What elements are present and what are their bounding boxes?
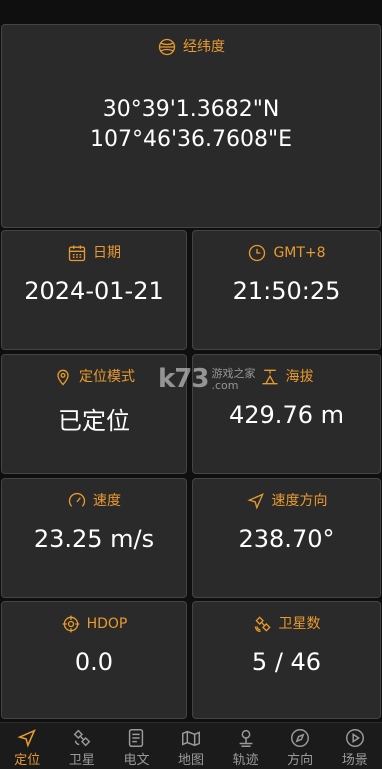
latlon-title: 经纬度 [183, 39, 225, 55]
date-title: 日期 [93, 245, 121, 261]
play-circle-icon [344, 727, 366, 749]
speed-value: 23.25 m/s [33, 525, 155, 553]
tab-label: 卫星 [68, 753, 95, 768]
track-pin-icon [235, 727, 257, 749]
speedometer-icon [67, 491, 87, 511]
altitude-header: 海拔 [193, 367, 380, 387]
mode-value: 已定位 [58, 407, 130, 435]
speed-header: 速度 [2, 491, 186, 511]
satellites-header: 卫星数 [193, 614, 380, 634]
date-header: 日期 [2, 243, 186, 263]
tab-label: 方向 [287, 753, 314, 768]
latlon-header: 经纬度 [2, 37, 380, 57]
tab-label: 地图 [178, 753, 205, 768]
longitude-value: 107°46'36.7608"E [89, 127, 293, 152]
hdop-header: HDOP [2, 614, 186, 634]
clock-icon [247, 243, 267, 263]
map-icon [180, 727, 202, 749]
tab-positioning[interactable]: 定位 [0, 723, 55, 769]
altitude-title: 海拔 [285, 369, 314, 385]
heading-value: 238.70° [238, 525, 335, 553]
tab-label: 定位 [14, 753, 41, 768]
hdop-value: 0.0 [74, 648, 114, 676]
hdop-card: HDOP 0.0 [1, 601, 187, 719]
mode-header: 定位模式 [2, 367, 186, 387]
heading-card: 速度方向 238.70° [192, 478, 381, 598]
tab-label: 电文 [123, 753, 150, 768]
navigation-arrow-icon [16, 727, 38, 749]
hdop-title: HDOP [86, 616, 128, 632]
speed-title: 速度 [93, 493, 121, 509]
date-value: 2024-01-21 [24, 277, 164, 305]
tab-label: 场景 [341, 753, 368, 768]
tab-direction[interactable]: 方向 [273, 723, 328, 769]
speed-card: 速度 23.25 m/s [1, 478, 187, 598]
time-header: GMT+8 [193, 243, 380, 263]
altitude-card: 海拔 429.76 m [192, 354, 381, 474]
mode-card: 定位模式 已定位 [1, 354, 187, 474]
crosshair-icon [61, 614, 81, 634]
satellites-value: 5 / 46 [251, 648, 322, 676]
tab-satellite[interactable]: 卫星 [55, 723, 110, 769]
tab-map[interactable]: 地图 [164, 723, 219, 769]
heading-header: 速度方向 [193, 491, 380, 511]
calendar-icon [67, 243, 87, 263]
mode-title: 定位模式 [79, 369, 135, 385]
heading-title: 速度方向 [271, 493, 328, 509]
location-pin-icon [53, 367, 73, 387]
bottom-tab-bar: 定位 卫星 电文 地图 轨迹 方向 场景 [0, 722, 382, 769]
tab-track[interactable]: 轨迹 [218, 723, 273, 769]
latitude-value: 30°39'1.3682"N [102, 97, 280, 122]
direction-arrow-icon [246, 491, 266, 511]
satellite-icon [253, 614, 273, 634]
time-value: 21:50:25 [232, 277, 341, 305]
latlon-card: 经纬度 30°39'1.3682"N 107°46'36.7608"E [1, 24, 381, 228]
document-icon [125, 727, 147, 749]
globe-icon [157, 37, 177, 57]
satellites-card: 卫星数 5 / 46 [192, 601, 381, 719]
tab-scene[interactable]: 场景 [327, 723, 382, 769]
date-card: 日期 2024-01-21 [1, 230, 187, 350]
time-title: GMT+8 [273, 245, 326, 261]
tab-label: 轨迹 [232, 753, 259, 768]
compass-icon [289, 727, 311, 749]
tab-messages[interactable]: 电文 [109, 723, 164, 769]
latlon-values: 30°39'1.3682"N 107°46'36.7608"E [2, 95, 380, 155]
mountain-height-icon [260, 367, 280, 387]
time-card: GMT+8 21:50:25 [192, 230, 381, 350]
satellite-icon [71, 727, 93, 749]
altitude-value: 429.76 m [229, 401, 344, 429]
satellites-title: 卫星数 [278, 616, 321, 632]
